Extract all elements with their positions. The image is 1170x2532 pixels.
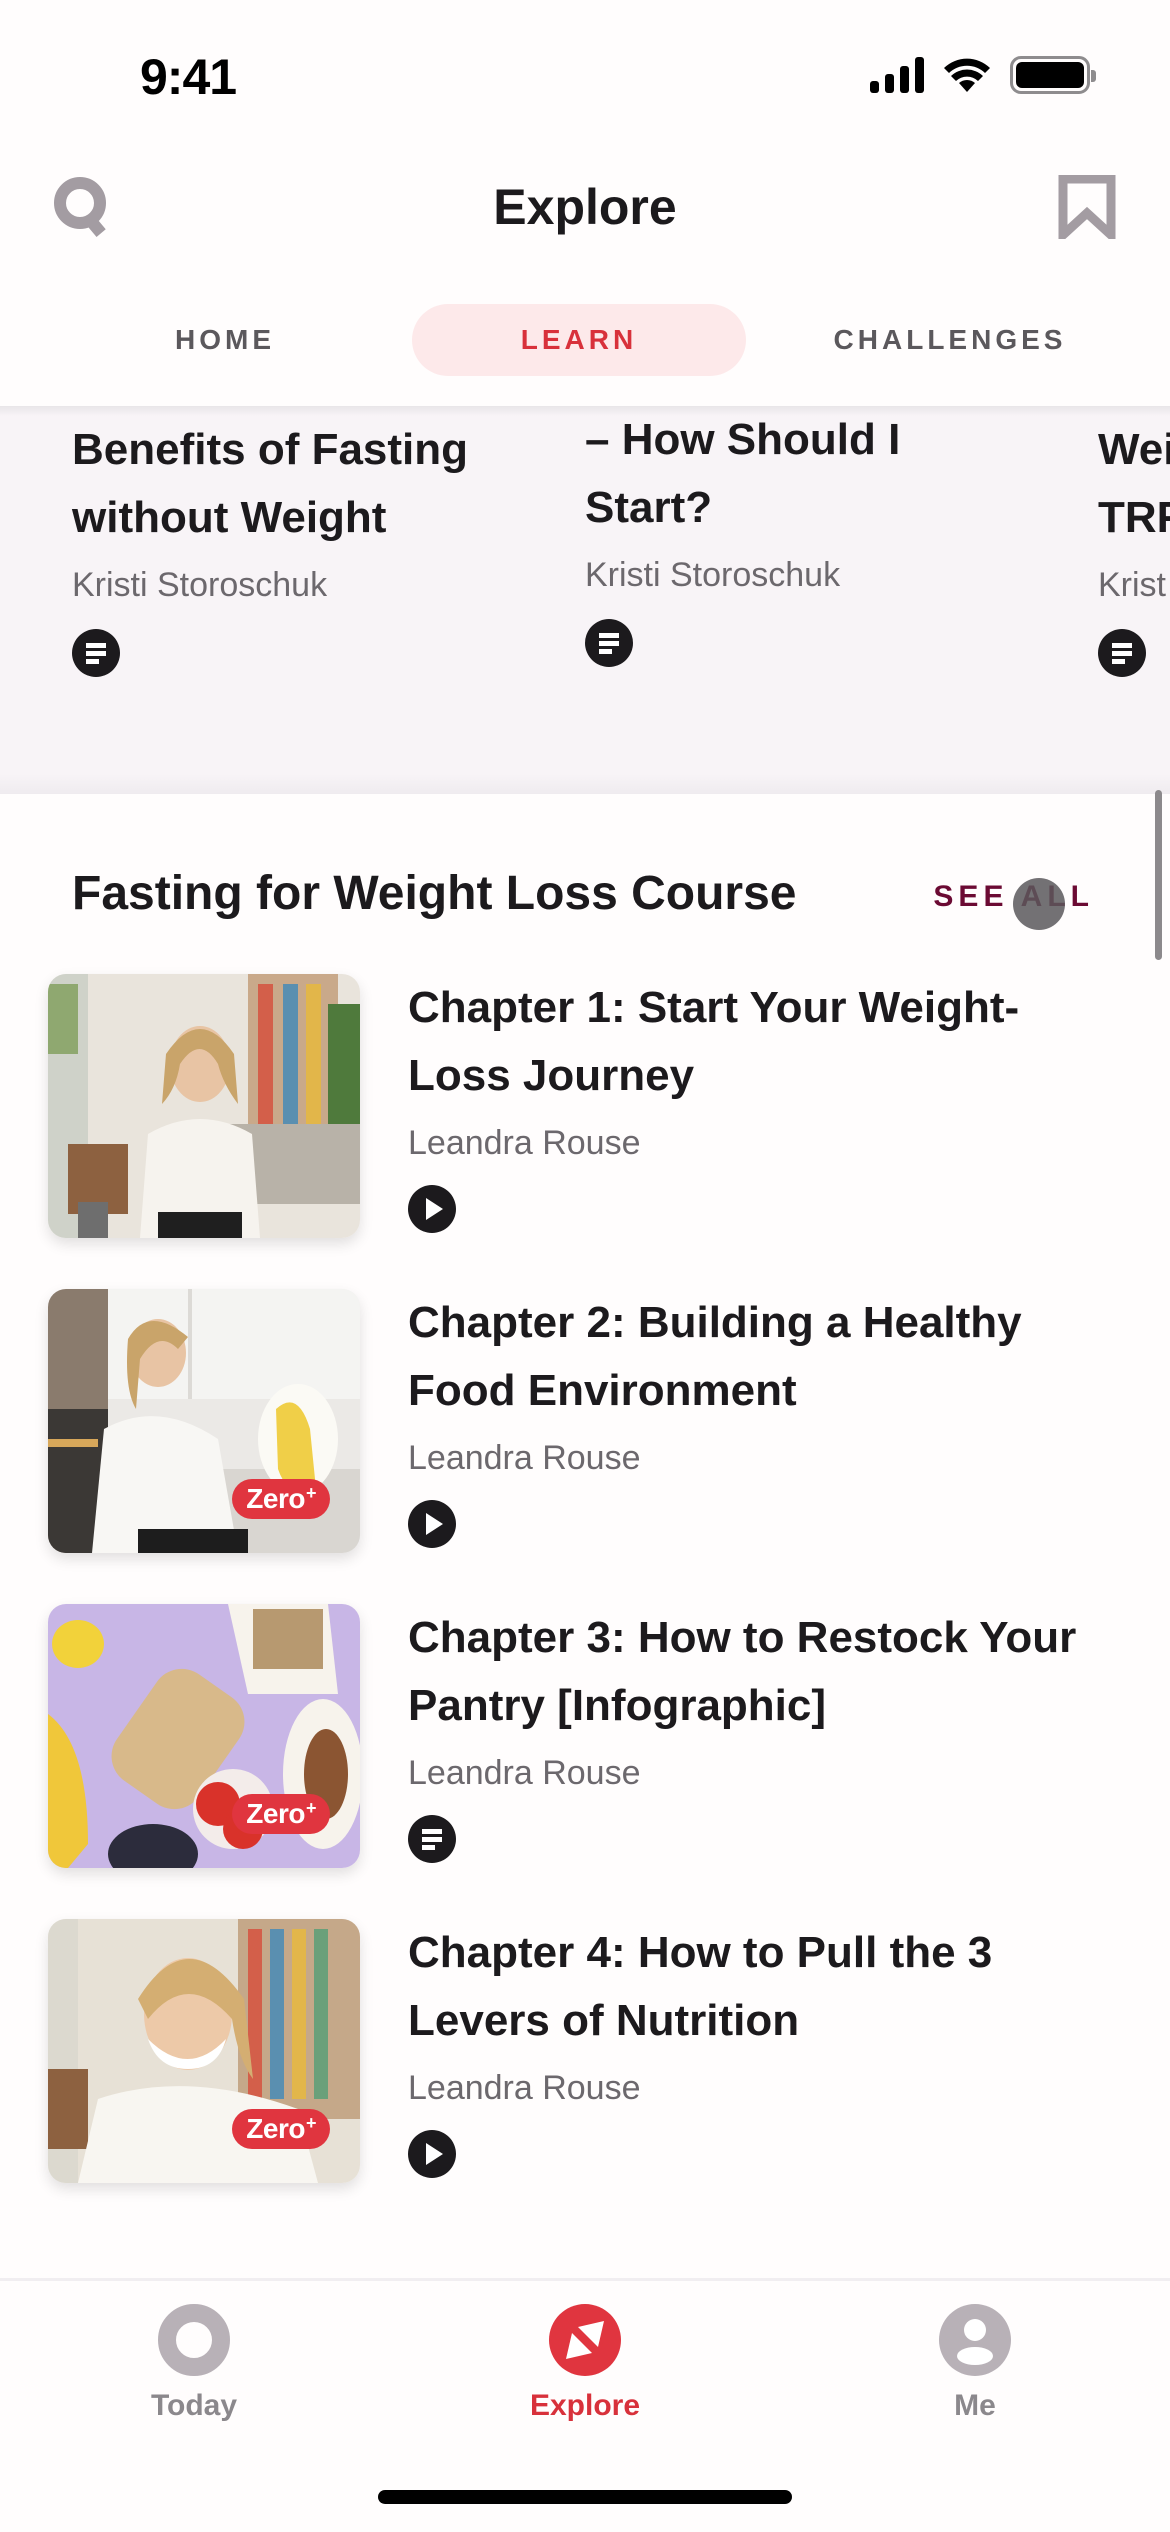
compass-icon: [549, 2304, 621, 2376]
list-item[interactable]: Zero + Chapter 3: How to Restock Your Pan…: [0, 1604, 1170, 1869]
item-author: Leandra Rouse: [408, 2069, 641, 2107]
list-item[interactable]: Zero + Chapter 2: Building a Healthy Food…: [0, 1289, 1170, 1554]
bookmark-icon: [1058, 175, 1116, 239]
item-text: Chapter 1: Start Your Weight- Loss Journ…: [408, 974, 1128, 1233]
card-author: Kristi Storoschuk: [72, 566, 328, 604]
article-icon: [585, 619, 633, 667]
nav-label: Explore: [529, 2389, 641, 2422]
nav-item-today[interactable]: Today: [94, 2303, 294, 2423]
ring-icon: [158, 2304, 230, 2376]
article-icon: [72, 629, 120, 677]
carousel-card[interactable]: – How Should I Start? Kristi Storoschuk: [585, 408, 1045, 667]
bookmark-button[interactable]: [1052, 172, 1122, 242]
thumbnail-image: [48, 974, 360, 1238]
card-author: Kristi Storoschuk: [585, 556, 841, 594]
item-author: Leandra Rouse: [408, 1439, 641, 1477]
header-divider: [0, 406, 1170, 416]
item-author: Leandra Rouse: [408, 1124, 641, 1162]
carousel-card[interactable]: Wei TRF Krist: [1098, 416, 1170, 677]
play-icon: [408, 1185, 456, 1233]
nav-label: Me: [954, 2389, 996, 2422]
page-title: Explore: [493, 179, 677, 235]
card-author: Krist: [1098, 566, 1166, 604]
item-text: Chapter 2: Building a Healthy Food Envir…: [408, 1289, 1128, 1548]
item-text: Chapter 3: How to Restock Your Pantry [I…: [408, 1604, 1128, 1863]
tab-home[interactable]: HOME: [110, 304, 340, 376]
thumbnail-image: Zero +: [48, 1289, 360, 1553]
nav-label: Today: [150, 2389, 238, 2422]
header: Explore: [0, 150, 1170, 260]
nav-item-me[interactable]: Me: [875, 2303, 1075, 2423]
section-title: Fasting for Weight Loss Course: [72, 867, 797, 920]
tab-learn[interactable]: LEARN: [412, 304, 746, 376]
thumbnail-image: Zero +: [48, 1604, 360, 1868]
see-all-link[interactable]: SEE ALL: [933, 880, 1094, 914]
carousel-card[interactable]: Benefits of Fasting without Weight Krist…: [72, 416, 532, 677]
item-text: Chapter 4: How to Pull the 3 Levers of N…: [408, 1919, 1128, 2178]
tab-challenges[interactable]: CHALLENGES: [800, 304, 1100, 376]
item-title: Chapter 1: Start Your Weight- Loss Journ…: [408, 983, 1020, 1100]
item-author: Leandra Rouse: [408, 1754, 641, 1792]
card-title: Benefits of Fasting without Weight: [72, 425, 469, 542]
play-icon: [408, 2130, 456, 2178]
play-icon: [408, 1500, 456, 1548]
thumbnail-image: Zero +: [48, 1919, 360, 2183]
status-time: 9:41: [140, 49, 237, 105]
zero-plus-badge: Zero +: [232, 1794, 330, 1834]
zero-plus-badge: Zero +: [232, 1479, 330, 1519]
nav-item-explore[interactable]: Explore: [485, 2303, 685, 2423]
article-icon: [408, 1815, 456, 1863]
item-title: Chapter 3: How to Restock Your Pantry [I…: [408, 1613, 1077, 1730]
wifi-icon: [944, 58, 990, 92]
zero-plus-badge: Zero +: [232, 2109, 330, 2149]
carousel-shade: [0, 774, 1170, 794]
scrollbar[interactable]: [1155, 790, 1162, 960]
list-item[interactable]: Zero + Chapter 4: How to Pull the 3 Lever…: [0, 1919, 1170, 2184]
item-title: Chapter 4: How to Pull the 3 Levers of N…: [408, 1928, 993, 2045]
segment-tabs: HOME LEARN CHALLENGES: [0, 300, 1170, 380]
home-indicator[interactable]: [378, 2490, 792, 2504]
article-icon: [1098, 629, 1146, 677]
list-item[interactable]: Chapter 1: Start Your Weight- Loss Journ…: [0, 974, 1170, 1239]
status-bar: 9:41: [0, 0, 1170, 150]
card-title: – How Should I Start?: [585, 415, 901, 532]
article-carousel[interactable]: Benefits of Fasting without Weight Krist…: [0, 408, 1170, 794]
card-title: Wei TRF: [1098, 425, 1170, 542]
item-title: Chapter 2: Building a Healthy Food Envir…: [408, 1298, 1022, 1415]
status-icons: [870, 56, 1096, 94]
profile-icon: [939, 2304, 1011, 2376]
cellular-signal-icon: [870, 57, 924, 93]
battery-icon: [1010, 56, 1096, 94]
